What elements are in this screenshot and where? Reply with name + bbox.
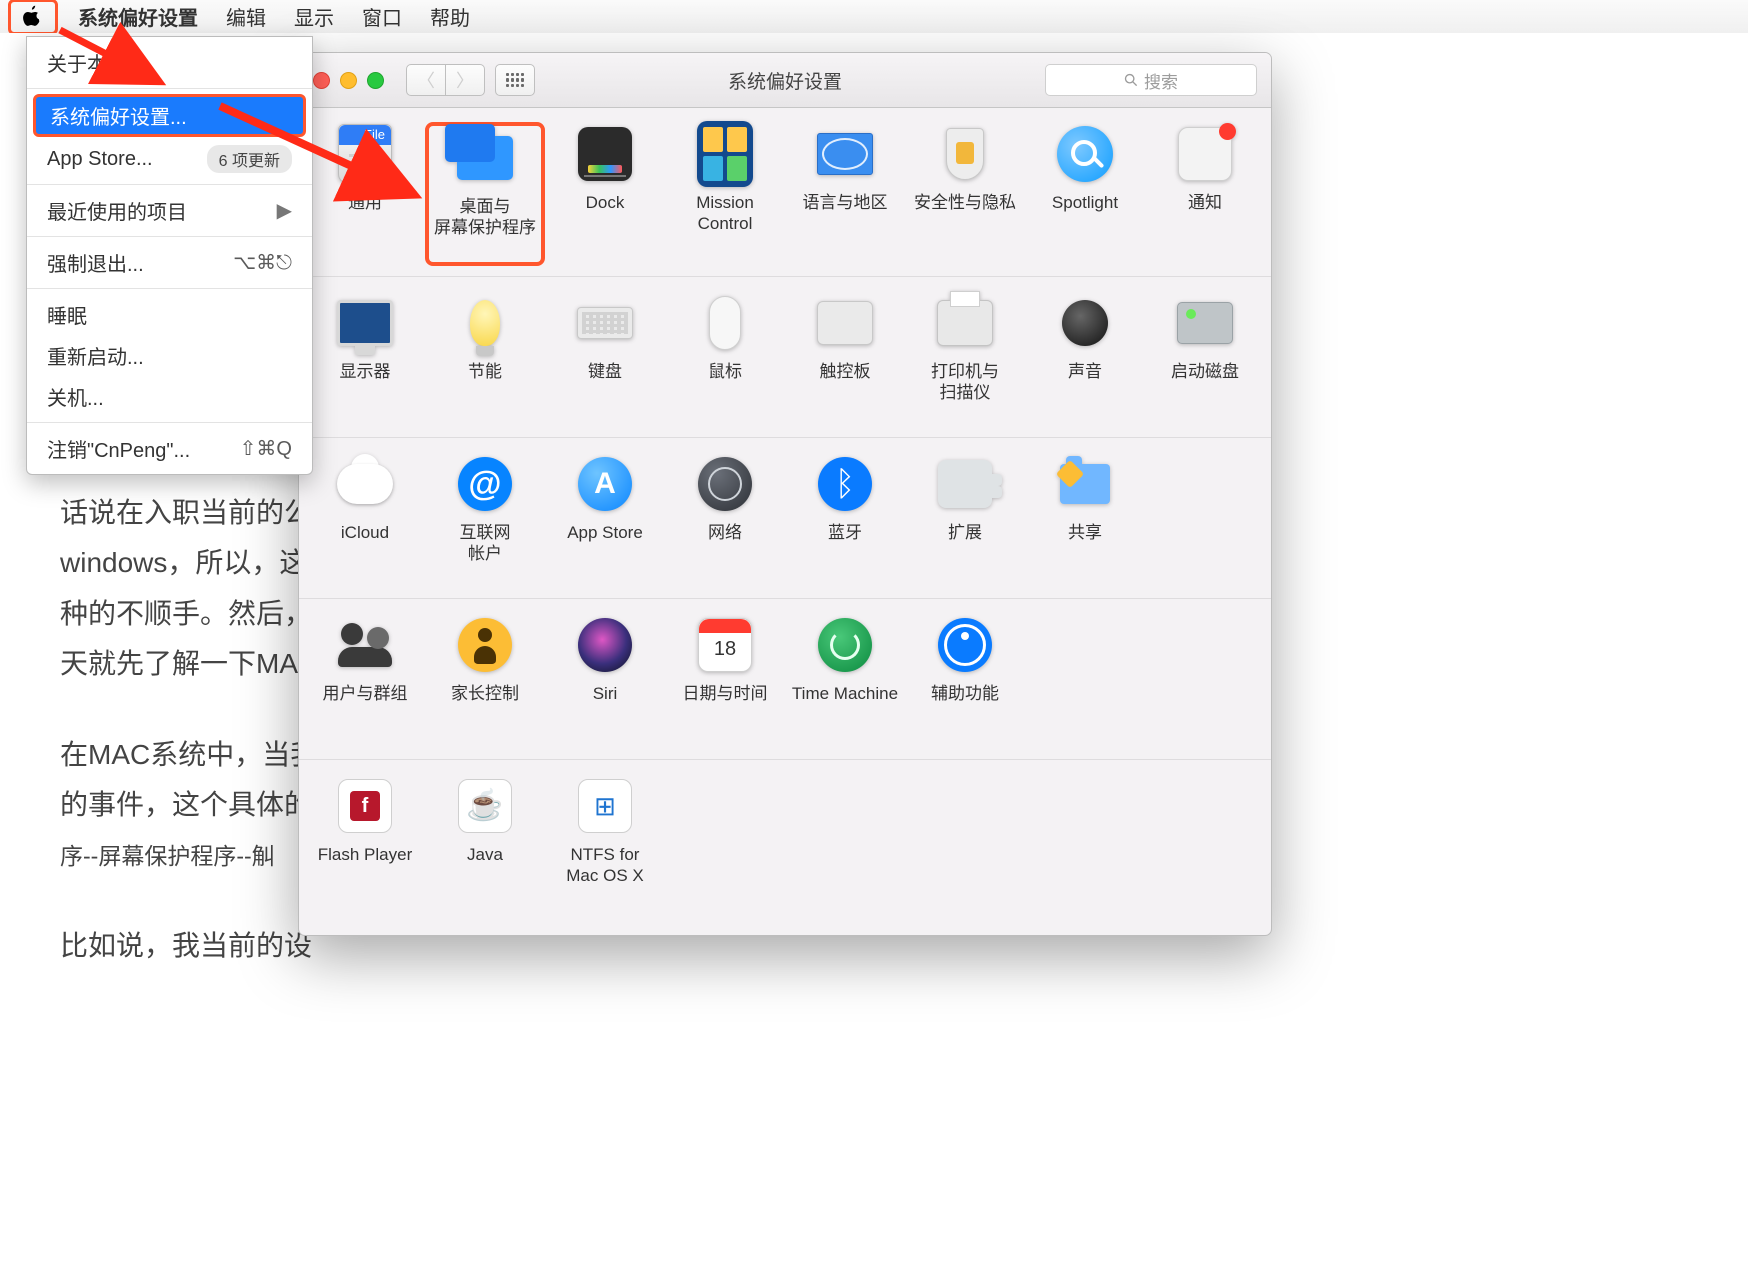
language-icon <box>817 133 873 175</box>
system-menubar: 系统偏好设置 编辑 显示 窗口 帮助 <box>0 0 1748 34</box>
network-icon <box>698 457 752 511</box>
menu-recent-items[interactable]: 最近使用的项目▶ <box>27 190 312 231</box>
bluetooth-icon: ᛒ <box>818 457 872 511</box>
pref-accessibility[interactable]: 辅助功能 <box>905 613 1025 749</box>
pref-icloud[interactable]: iCloud <box>305 452 425 588</box>
sound-icon <box>1062 300 1108 346</box>
pref-displays[interactable]: 显示器 <box>305 291 425 427</box>
pref-extensions[interactable]: 扩展 <box>905 452 1025 588</box>
pref-sound[interactable]: 声音 <box>1025 291 1145 427</box>
menu-app-store[interactable]: App Store...6 项更新 <box>27 139 312 179</box>
window-traffic-lights <box>313 72 384 89</box>
pref-java[interactable]: ☕Java <box>425 774 545 910</box>
ntfs-icon: ⊞ <box>578 779 632 833</box>
spotlight-icon <box>1057 126 1113 182</box>
pref-app-store[interactable]: App Store <box>545 452 665 588</box>
menubar-edit[interactable]: 编辑 <box>212 2 280 31</box>
pref-trackpad[interactable]: 触控板 <box>785 291 905 427</box>
search-icon <box>1124 73 1138 87</box>
nav-forward-button[interactable]: 〉 <box>446 64 485 96</box>
siri-icon <box>578 618 632 672</box>
pref-energy-saver[interactable]: 节能 <box>425 291 545 427</box>
extensions-icon <box>938 460 992 508</box>
app-store-icon <box>578 457 632 511</box>
pref-flash-player[interactable]: fFlash Player <box>305 774 425 910</box>
minimize-button[interactable] <box>340 72 357 89</box>
keyboard-icon <box>577 307 633 339</box>
time-machine-icon <box>818 618 872 672</box>
menu-sleep[interactable]: 睡眠 <box>27 294 312 335</box>
pref-spotlight[interactable]: Spotlight <box>1025 122 1145 258</box>
zoom-button[interactable] <box>367 72 384 89</box>
pref-startup-disk[interactable]: 启动磁盘 <box>1145 291 1265 427</box>
startup-disk-icon <box>1177 302 1233 344</box>
pref-date-time[interactable]: 日期与时间 <box>665 613 785 749</box>
pref-notifications[interactable]: 通知 <box>1145 122 1265 258</box>
security-icon <box>940 128 990 180</box>
pref-mission-control[interactable]: MissionControl <box>665 122 785 258</box>
system-preferences-window: 〈 〉 系统偏好设置 搜索 通用 桌面与屏幕保护程序 Dock MissionC… <box>298 52 1272 936</box>
general-icon <box>338 124 392 184</box>
menubar-view[interactable]: 显示 <box>280 2 348 31</box>
pref-sharing[interactable]: 共享 <box>1025 452 1145 588</box>
menubar-window[interactable]: 窗口 <box>348 2 416 31</box>
pref-internet-accounts[interactable]: @互联网帐户 <box>425 452 545 588</box>
pref-mouse[interactable]: 鼠标 <box>665 291 785 427</box>
pref-users-groups[interactable]: 用户与群组 <box>305 613 425 749</box>
energy-icon <box>470 300 500 346</box>
menu-system-preferences[interactable]: 系统偏好设置... <box>33 94 306 137</box>
app-store-update-badge: 6 项更新 <box>207 145 292 173</box>
mission-control-icon <box>697 121 753 187</box>
menu-about-this-mac[interactable]: 关于本机 <box>27 42 312 83</box>
pref-general[interactable]: 通用 <box>305 122 425 258</box>
mouse-icon <box>709 296 741 350</box>
users-icon <box>338 623 392 667</box>
pref-desktop-screensaver[interactable]: 桌面与屏幕保护程序 <box>425 122 545 266</box>
menubar-help[interactable]: 帮助 <box>416 2 484 31</box>
dock-icon <box>578 127 632 181</box>
pref-printers-scanners[interactable]: 打印机与扫描仪 <box>905 291 1025 427</box>
notifications-icon <box>1178 127 1232 181</box>
pref-bluetooth[interactable]: ᛒ蓝牙 <box>785 452 905 588</box>
submenu-arrow-icon: ▶ <box>277 198 292 223</box>
pref-dock[interactable]: Dock <box>545 122 665 258</box>
java-icon: ☕ <box>458 779 512 833</box>
trackpad-icon <box>817 301 873 345</box>
close-button[interactable] <box>313 72 330 89</box>
parental-icon <box>458 618 512 672</box>
pref-siri[interactable]: Siri <box>545 613 665 749</box>
display-icon <box>337 300 393 346</box>
menubar-app-name[interactable]: 系统偏好设置 <box>64 2 212 31</box>
menu-shutdown[interactable]: 关机... <box>27 376 312 417</box>
search-field[interactable]: 搜索 <box>1045 64 1257 96</box>
pref-time-machine[interactable]: Time Machine <box>785 613 905 749</box>
nav-back-button[interactable]: 〈 <box>406 64 446 96</box>
icloud-icon <box>337 464 393 504</box>
show-all-button[interactable] <box>495 64 535 96</box>
sharing-icon <box>1060 464 1110 504</box>
pref-keyboard[interactable]: 键盘 <box>545 291 665 427</box>
internet-accounts-icon: @ <box>458 457 512 511</box>
pref-language-region[interactable]: 语言与地区 <box>785 122 905 258</box>
desktop-icon <box>457 136 513 180</box>
menu-logout[interactable]: 注销"CnPeng"...⇧⌘Q <box>27 428 312 469</box>
menu-restart[interactable]: 重新启动... <box>27 335 312 376</box>
apple-menu-icon[interactable] <box>8 0 58 35</box>
pref-parental-controls[interactable]: 家长控制 <box>425 613 545 749</box>
accessibility-icon <box>938 618 992 672</box>
pref-network[interactable]: 网络 <box>665 452 785 588</box>
printer-icon <box>937 300 993 346</box>
prefs-icon-grid: 通用 桌面与屏幕保护程序 Dock MissionControl 语言与地区 安… <box>299 108 1271 920</box>
apple-dropdown-menu: 关于本机 系统偏好设置... App Store...6 项更新 最近使用的项目… <box>26 36 313 475</box>
date-time-icon <box>698 618 752 672</box>
pref-ntfs[interactable]: ⊞NTFS forMac OS X <box>545 774 665 910</box>
flash-icon: f <box>338 779 392 833</box>
prefs-titlebar: 〈 〉 系统偏好设置 搜索 <box>299 53 1271 108</box>
menu-force-quit[interactable]: 强制退出...⌥⌘⎋ <box>27 242 312 283</box>
pref-security-privacy[interactable]: 安全性与隐私 <box>905 122 1025 258</box>
